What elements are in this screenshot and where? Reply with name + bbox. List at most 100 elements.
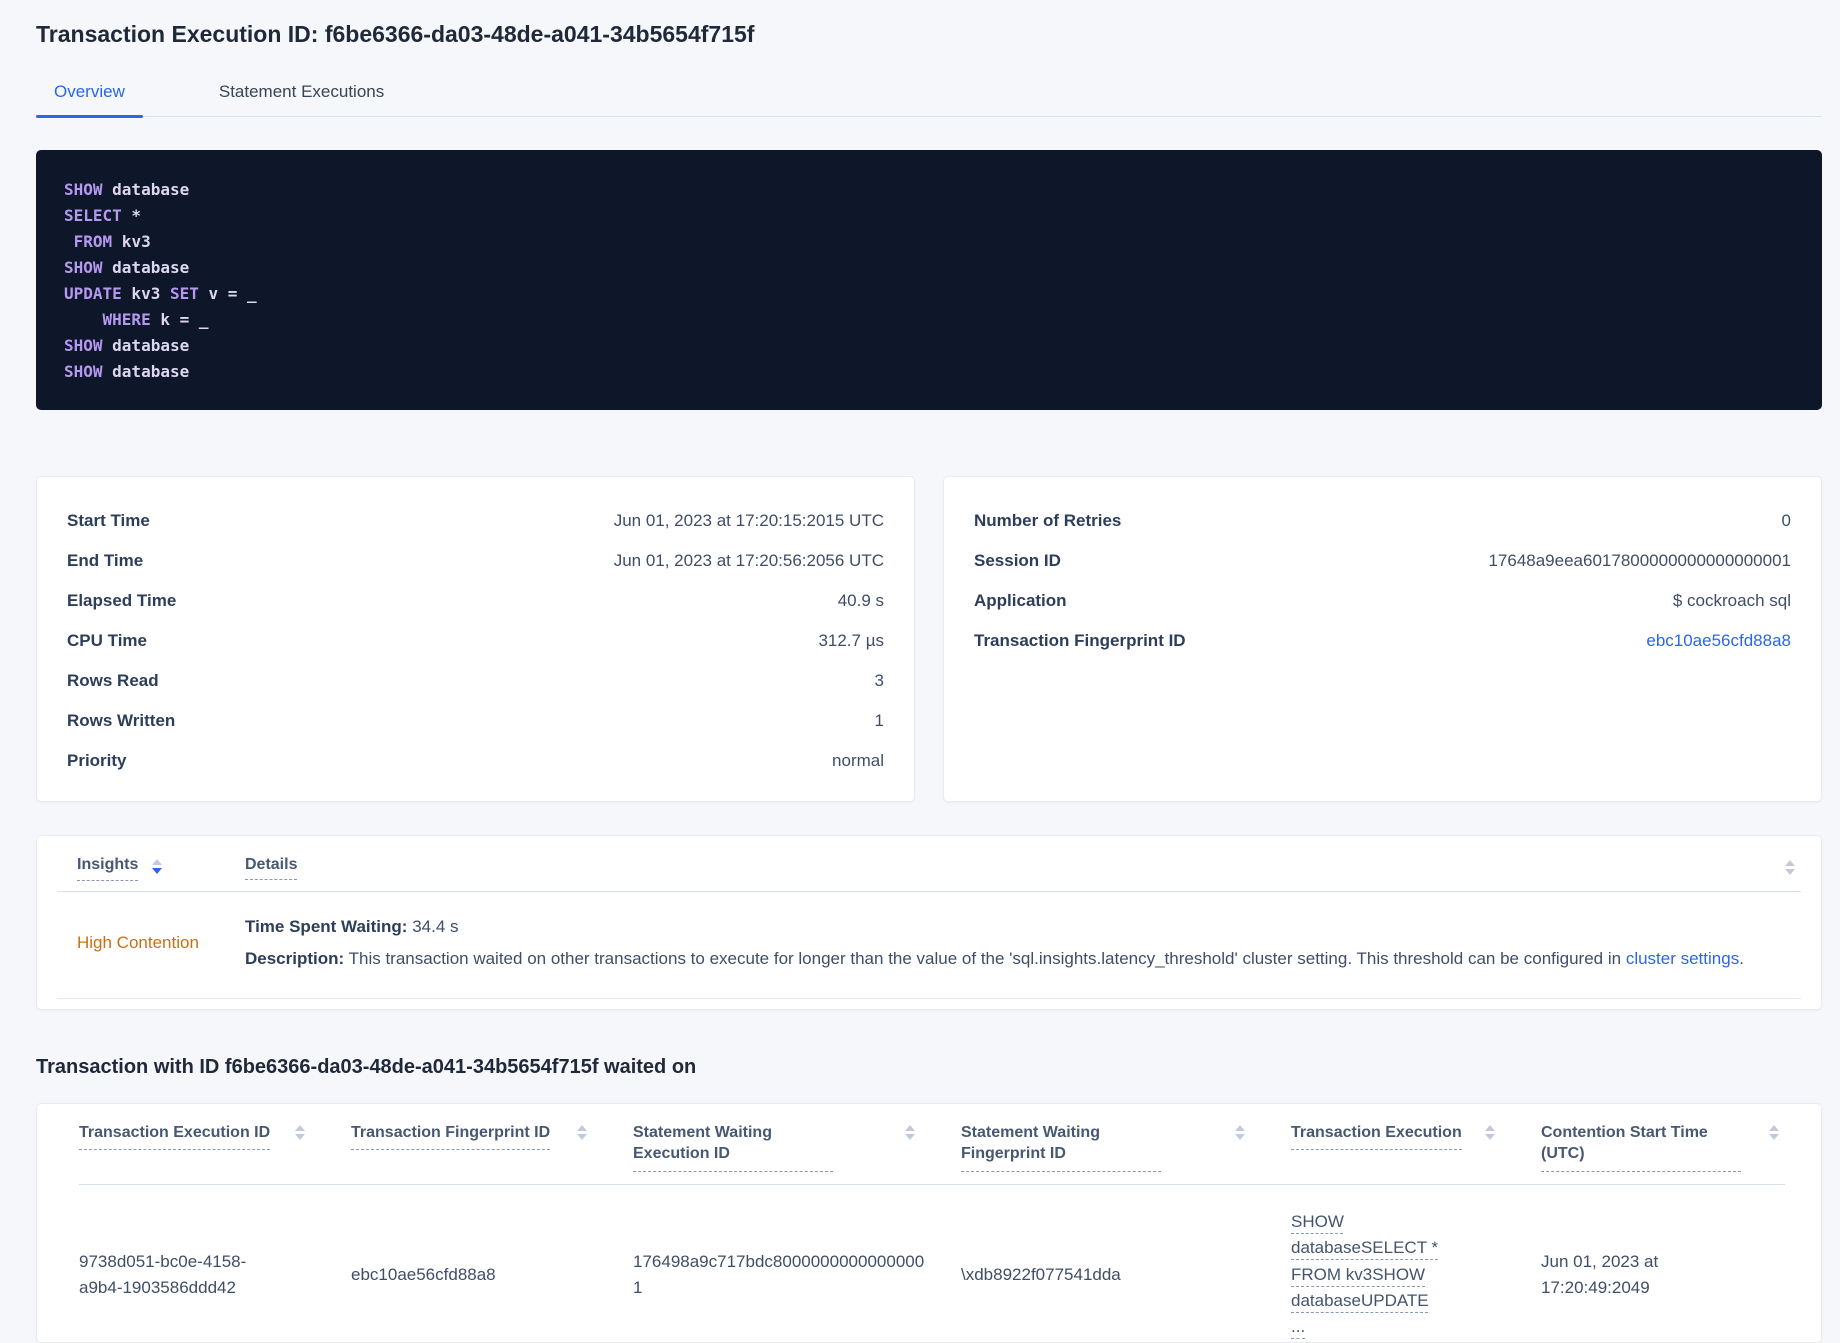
time-spent-waiting-label: Time Spent Waiting: (245, 916, 408, 936)
sort-caret-icon[interactable] (1485, 1124, 1495, 1140)
detail-row-elapsed-time: Elapsed Time 40.9 s (67, 581, 884, 621)
cpu-time-label: CPU Time (67, 630, 147, 650)
insights-table-card: Insights Details High Contention Time Sp… (36, 834, 1822, 1010)
sql-text: k = _ (150, 309, 209, 329)
caret-up-icon (1485, 1124, 1495, 1131)
cell-statement-waiting-fingerprint-id: \xdb8922f077541dda (961, 1264, 1121, 1284)
sort-caret-icon[interactable] (905, 1124, 915, 1140)
time-spent-waiting-value: 34.4 s (412, 916, 459, 936)
transaction-fingerprint-id-label[interactable]: Transaction Fingerprint ID (351, 1122, 551, 1151)
sql-statement-line: UPDATE kv3 SET v = _ (64, 281, 1794, 307)
sort-caret-icon[interactable] (295, 1124, 305, 1140)
sql-keyword: SHOW (64, 257, 103, 277)
rows-read-value: 3 (874, 670, 884, 690)
detail-row-rows-written: Rows Written 1 (67, 701, 884, 741)
caret-down-icon (577, 1133, 587, 1140)
sql-keyword: SELECT (64, 205, 122, 225)
rows-written-label: Rows Written (67, 710, 176, 730)
execution-details-card: Start Time Jun 01, 2023 at 17:20:15:2015 … (36, 475, 915, 802)
sql-text: database (102, 361, 190, 381)
sql-statement-line: FROM kv3 (64, 229, 1794, 255)
rows-written-value: 1 (874, 710, 884, 730)
cell-statement-waiting-execution-id-wrap: 176498a9c717bdc80000000000000001 (633, 1249, 961, 1302)
sql-text: v = _ (198, 283, 257, 303)
column-header-statement-waiting-execution-id: Statement Waiting Execution ID (633, 1122, 961, 1173)
tab-bar: Overview Statement Executions (36, 74, 1822, 118)
column-header-transaction-execution: Transaction Execution (1291, 1122, 1541, 1151)
application-value: $ cockroach sql (1672, 590, 1791, 610)
caret-down-icon (1235, 1133, 1245, 1140)
waited-on-table-header: Transaction Execution ID Transaction Fing… (79, 1104, 1785, 1184)
divider (57, 997, 1801, 999)
detail-row-start-time: Start Time Jun 01, 2023 at 17:20:15:2015 … (67, 501, 884, 541)
caret-down-icon (1485, 1133, 1495, 1140)
sql-statements-box: SHOW database SELECT * FROM kv3 SHOW datab… (36, 149, 1822, 410)
caret-up-icon (1235, 1124, 1245, 1131)
cell-transaction-execution[interactable]: SHOW databaseSELECT * FROM kv3SHOW datab… (1291, 1209, 1481, 1341)
page-title: Transaction Execution ID: f6be6366-da03-… (36, 21, 755, 47)
sql-text: kv3 (112, 231, 151, 251)
description-text: This transaction waited on other transac… (348, 949, 1626, 969)
rows-read-label: Rows Read (67, 670, 159, 690)
session-id-value: 17648a9eea6017800000000000000001 (1488, 550, 1791, 570)
cluster-settings-link[interactable]: cluster settings (1626, 949, 1739, 968)
cell-contention-start-time-utc-wrap: Jun 01, 2023 at 17:20:49:2049 (1541, 1249, 1785, 1302)
column-header-insights[interactable]: Insights (77, 856, 139, 881)
sql-keyword: SHOW (64, 179, 103, 199)
cell-transaction-fingerprint-id-wrap: ebc10ae56cfd88a8 (351, 1262, 633, 1288)
caret-down-icon (295, 1133, 305, 1140)
contention-start-time-utc-label[interactable]: Contention Start Time (UTC) (1541, 1122, 1741, 1173)
insights-table-header: Insights Details (77, 836, 1781, 891)
column-header-statement-waiting-fingerprint-id: Statement Waiting Fingerprint ID (961, 1122, 1291, 1173)
insight-name: High Contention (77, 932, 199, 952)
insight-row: High Contention Time Spent Waiting: 34.4… (77, 892, 1781, 998)
session-id-label: Session ID (974, 550, 1061, 570)
number-of-retries-value: 0 (1781, 510, 1791, 530)
sql-keyword: WHERE (102, 309, 151, 329)
sql-statement-line: SHOW database (64, 255, 1794, 281)
transaction-execution-page: Transaction Execution ID: f6be6366-da03-… (0, 0, 1840, 1343)
end-time-label: End Time (67, 550, 144, 570)
caret-down-icon (905, 1133, 915, 1140)
detail-row-session-id: Session ID 17648a9eea60178000000000000000… (974, 541, 1791, 581)
tab-statement-executions[interactable]: Statement Executions (201, 74, 402, 116)
waited-on-heading: Transaction with ID f6be6366-da03-48de-a… (36, 1055, 697, 1078)
description-label: Description: (245, 949, 345, 969)
insight-details: Time Spent Waiting: 34.4 s Description: … (245, 914, 1781, 972)
number-of-retries-label: Number of Retries (974, 510, 1122, 530)
caret-down-icon (1769, 1133, 1779, 1140)
start-time-label: Start Time (67, 510, 150, 530)
tab-overview[interactable]: Overview (36, 74, 143, 118)
transaction-fingerprint-id-value[interactable]: ebc10ae56cfd88a8 (1646, 631, 1791, 651)
detail-row-end-time: End Time Jun 01, 2023 at 17:20:56:2056 UT… (67, 541, 884, 581)
summary-cards-row: Start Time Jun 01, 2023 at 17:20:15:2015 … (36, 475, 1822, 802)
transaction-execution-id-label[interactable]: Transaction Execution ID (79, 1122, 271, 1151)
sort-caret-icon[interactable] (1769, 1124, 1779, 1140)
column-header-contention-start-time-utc: Contention Start Time (UTC) (1541, 1122, 1785, 1173)
sql-statement-line: SHOW database (64, 177, 1794, 203)
cell-transaction-execution-id-wrap: 9738d051-bc0e-4158-a9b4-1903586ddd42 (79, 1249, 351, 1302)
description-period: . (1739, 949, 1744, 969)
sort-caret-icon[interactable] (1235, 1124, 1245, 1140)
elapsed-time-label: Elapsed Time (67, 590, 177, 610)
sql-keyword: SET (169, 283, 199, 303)
transaction-execution-label[interactable]: Transaction Execution (1291, 1122, 1462, 1151)
sort-caret-icon[interactable] (577, 1124, 587, 1140)
sort-caret-icon[interactable] (1785, 859, 1795, 875)
sort-caret-icon[interactable] (152, 858, 163, 874)
statement-waiting-execution-id-label[interactable]: Statement Waiting Execution ID (633, 1122, 833, 1173)
application-label: Application (974, 590, 1067, 610)
sql-keyword: SHOW (64, 361, 103, 381)
column-header-details[interactable]: Details (245, 855, 298, 880)
sql-text: kv3 (121, 283, 170, 303)
start-time-value: Jun 01, 2023 at 17:20:15:2015 UTC (613, 510, 884, 530)
sql-statement-line: SELECT * (64, 203, 1794, 229)
caret-up-icon (1769, 1124, 1779, 1131)
caret-up-icon (905, 1124, 915, 1131)
waited-on-table-card: Transaction Execution ID Transaction Fing… (36, 1102, 1822, 1343)
sql-keyword: UPDATE (64, 283, 122, 303)
statement-waiting-fingerprint-id-label[interactable]: Statement Waiting Fingerprint ID (961, 1122, 1161, 1173)
detail-row-number-of-retries: Number of Retries 0 (974, 501, 1791, 541)
sql-text: database (102, 257, 190, 277)
